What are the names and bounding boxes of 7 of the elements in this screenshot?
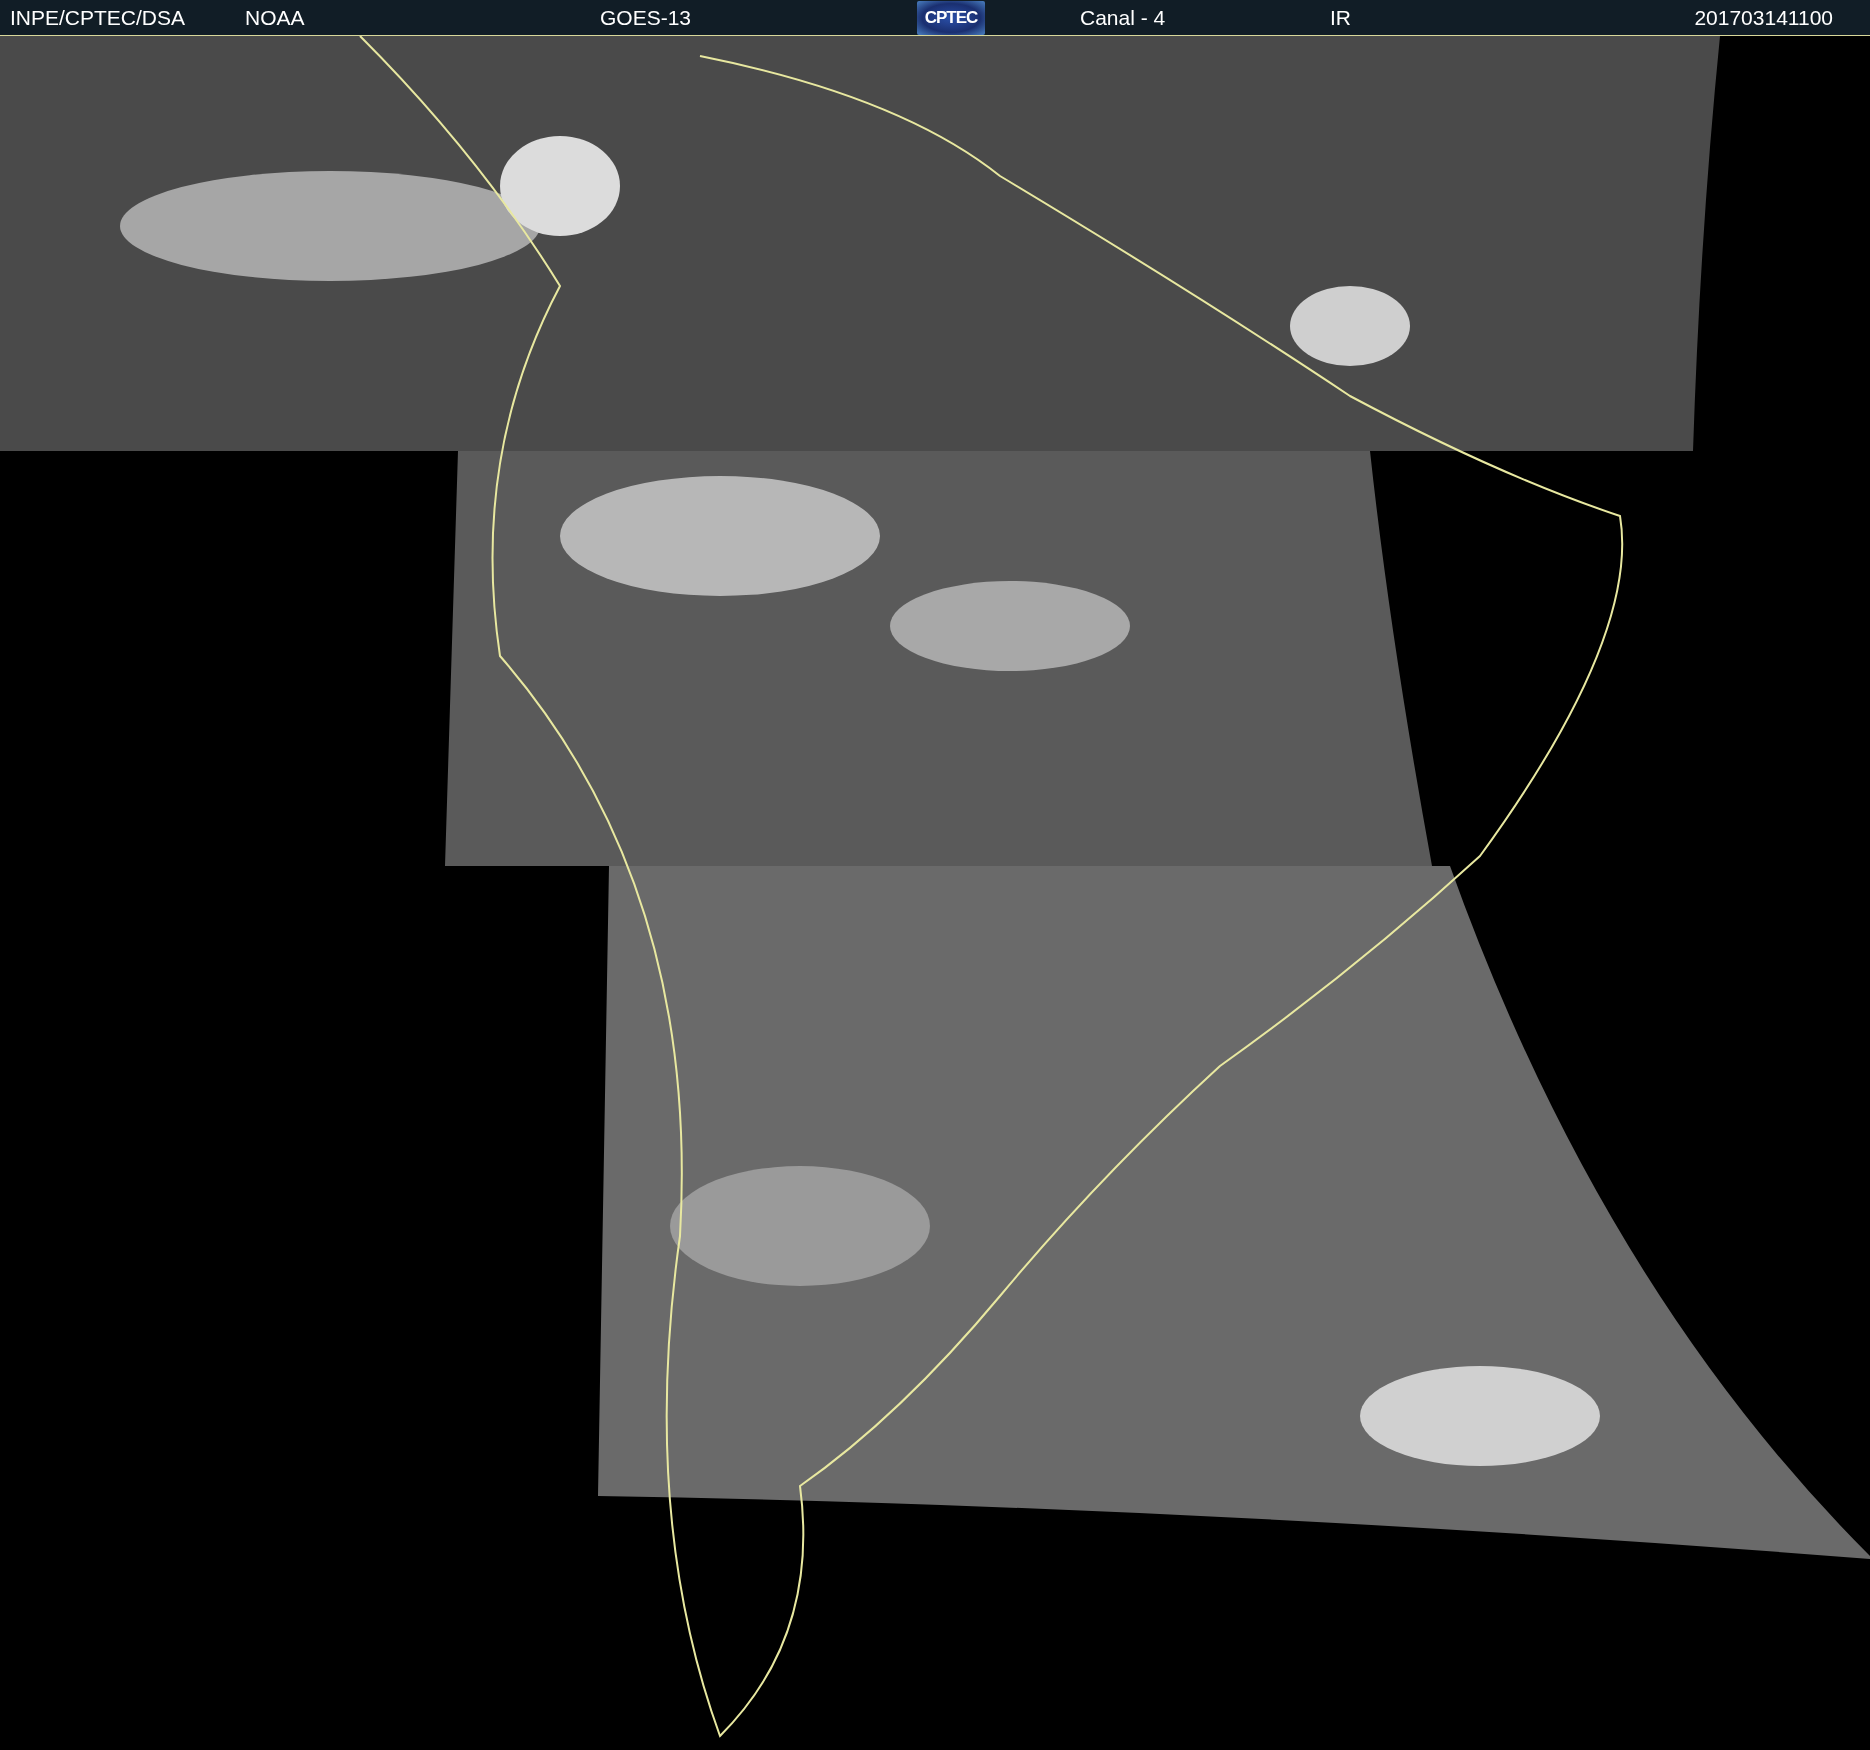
header-label: INPE/CPTEC/DSA: [10, 5, 187, 30]
header-label: GOES-13: [600, 5, 693, 30]
header-label: Canal - 4: [1080, 5, 1167, 30]
header-label: IR: [1330, 5, 1352, 30]
logo: CPTEC: [917, 0, 985, 35]
header-label: NOAA: [245, 5, 306, 30]
header-label: 201703141100: [1694, 5, 1833, 30]
